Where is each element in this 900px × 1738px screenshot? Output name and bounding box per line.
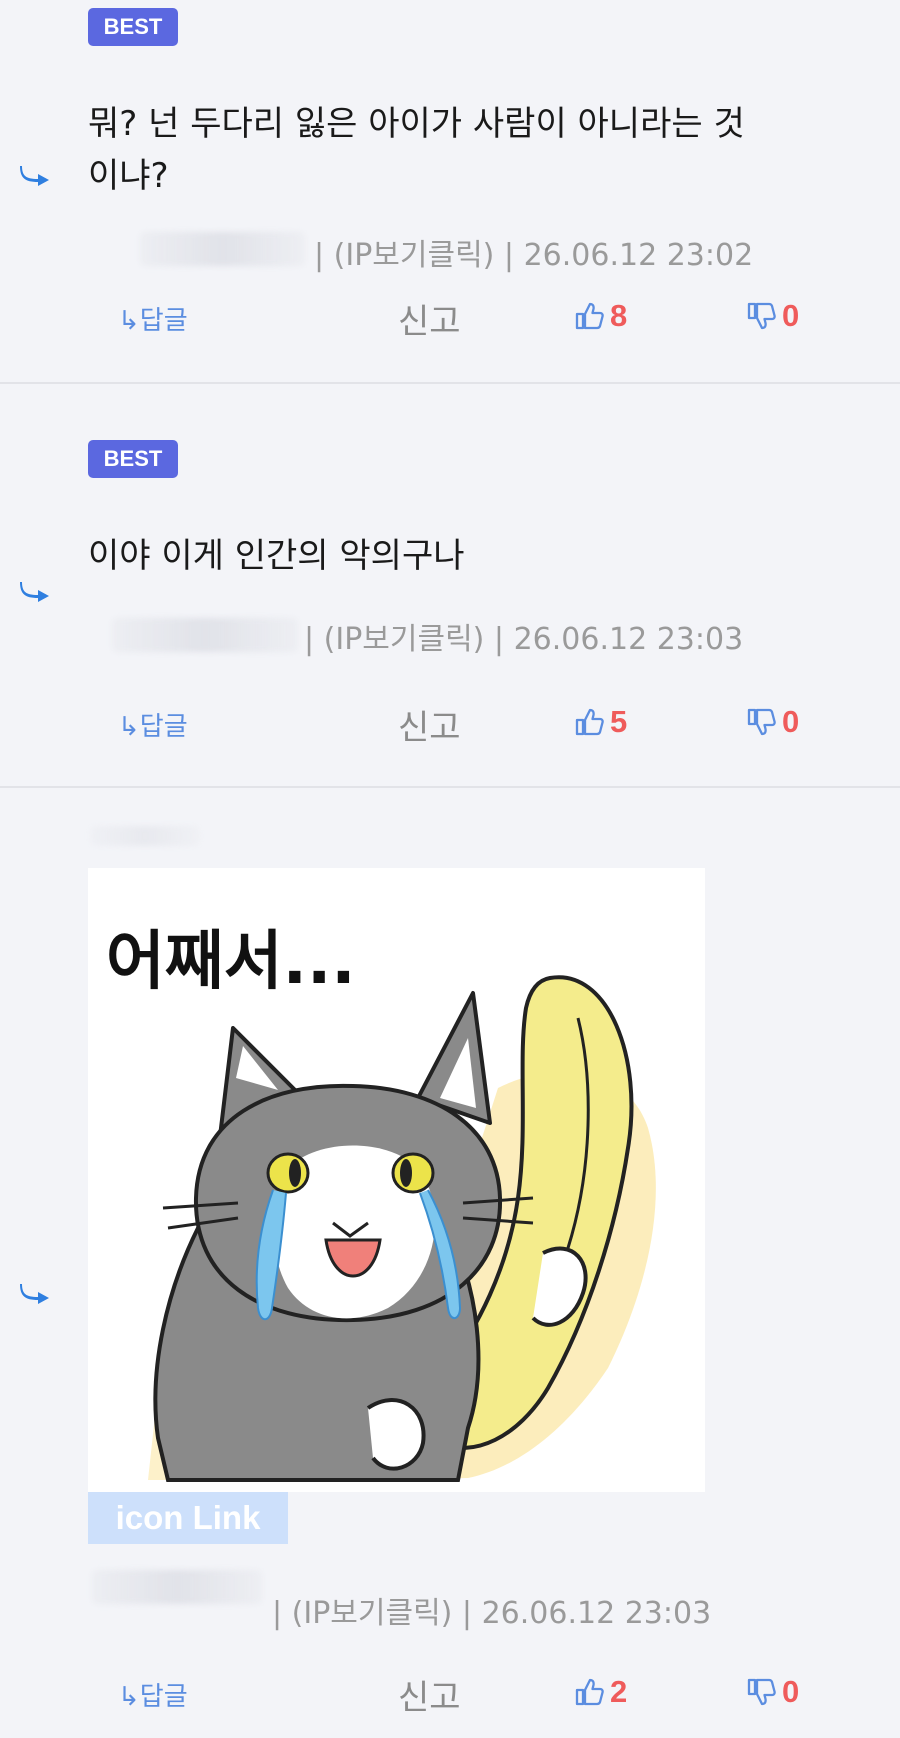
- comment-actions: ↳답글 신고 8 0: [0, 294, 900, 344]
- icon-link-button[interactable]: icon Link: [88, 1492, 288, 1544]
- dislike-count: 0: [782, 298, 800, 333]
- dislike-count: 0: [782, 704, 800, 739]
- best-badge: BEST: [88, 8, 178, 46]
- comment-actions: ↳답글 신고 5 0: [0, 700, 900, 750]
- author-nickname-blurred[interactable]: [112, 618, 298, 652]
- comment-meta: | (IP보기클릭) | 26.06.12 23:03: [304, 622, 744, 657]
- thumbs-down-icon: [746, 707, 776, 737]
- author-nickname-blurred[interactable]: [140, 232, 305, 266]
- thumbs-up-icon: [574, 707, 604, 737]
- report-button[interactable]: 신고: [398, 700, 461, 749]
- like-button[interactable]: 2: [574, 1672, 627, 1712]
- dislike-count: 0: [782, 1674, 800, 1709]
- comment-text-line: 이야 이게 인간의 악의구나: [88, 536, 465, 576]
- comment-item: BEST 뭐? 넌 두다리 잃은 아이가 사람이 아니라는 것 이냐? | (I…: [0, 0, 900, 384]
- best-badge: BEST: [88, 440, 178, 478]
- reply-button[interactable]: ↳답글: [118, 706, 188, 743]
- sticker-caption: 어째서...: [106, 925, 356, 999]
- reply-arrow-icon: [18, 1282, 52, 1304]
- reply-button[interactable]: ↳답글: [118, 1676, 188, 1713]
- dislike-button[interactable]: 0: [746, 702, 799, 742]
- like-button[interactable]: 8: [574, 296, 627, 336]
- thumbs-up-icon: [574, 301, 604, 331]
- dislike-button[interactable]: 0: [746, 296, 799, 336]
- dislike-button[interactable]: 0: [746, 1672, 799, 1712]
- like-button[interactable]: 5: [574, 702, 627, 742]
- comment-text: 뭐? 넌 두다리 잃은 아이가 사람이 아니라는 것 이냐?: [88, 98, 878, 202]
- comment-text-line: 뭐? 넌 두다리 잃은 아이가 사람이 아니라는 것: [88, 104, 745, 144]
- like-count: 2: [610, 1674, 628, 1709]
- reply-button[interactable]: ↳답글: [118, 300, 188, 337]
- like-count: 8: [610, 298, 628, 333]
- like-count: 5: [610, 704, 628, 739]
- thumbs-down-icon: [746, 1677, 776, 1707]
- comment-meta: | (IP보기클릭) | 26.06.12 23:02: [314, 238, 754, 273]
- thumbs-down-icon: [746, 301, 776, 331]
- author-nickname-blurred[interactable]: [92, 1570, 262, 1604]
- author-nickname-blurred[interactable]: [90, 826, 200, 846]
- report-button[interactable]: 신고: [398, 1670, 461, 1719]
- sticker-image[interactable]: 어째서...: [88, 868, 705, 1492]
- reply-arrow-icon: [18, 580, 52, 602]
- comment-text: 이야 이게 인간의 악의구나: [88, 530, 878, 582]
- comment-item: BEST 이야 이게 인간의 악의구나 | (IP보기클릭) | 26.06.1…: [0, 384, 900, 788]
- comment-text-line: 이냐?: [88, 156, 169, 196]
- comment-meta: | (IP보기클릭) | 26.06.12 23:03: [272, 1596, 712, 1631]
- comment-actions: ↳답글 신고 2 0: [0, 1670, 900, 1720]
- report-button[interactable]: 신고: [398, 294, 461, 343]
- thumbs-up-icon: [574, 1677, 604, 1707]
- reply-arrow-icon: [18, 164, 52, 186]
